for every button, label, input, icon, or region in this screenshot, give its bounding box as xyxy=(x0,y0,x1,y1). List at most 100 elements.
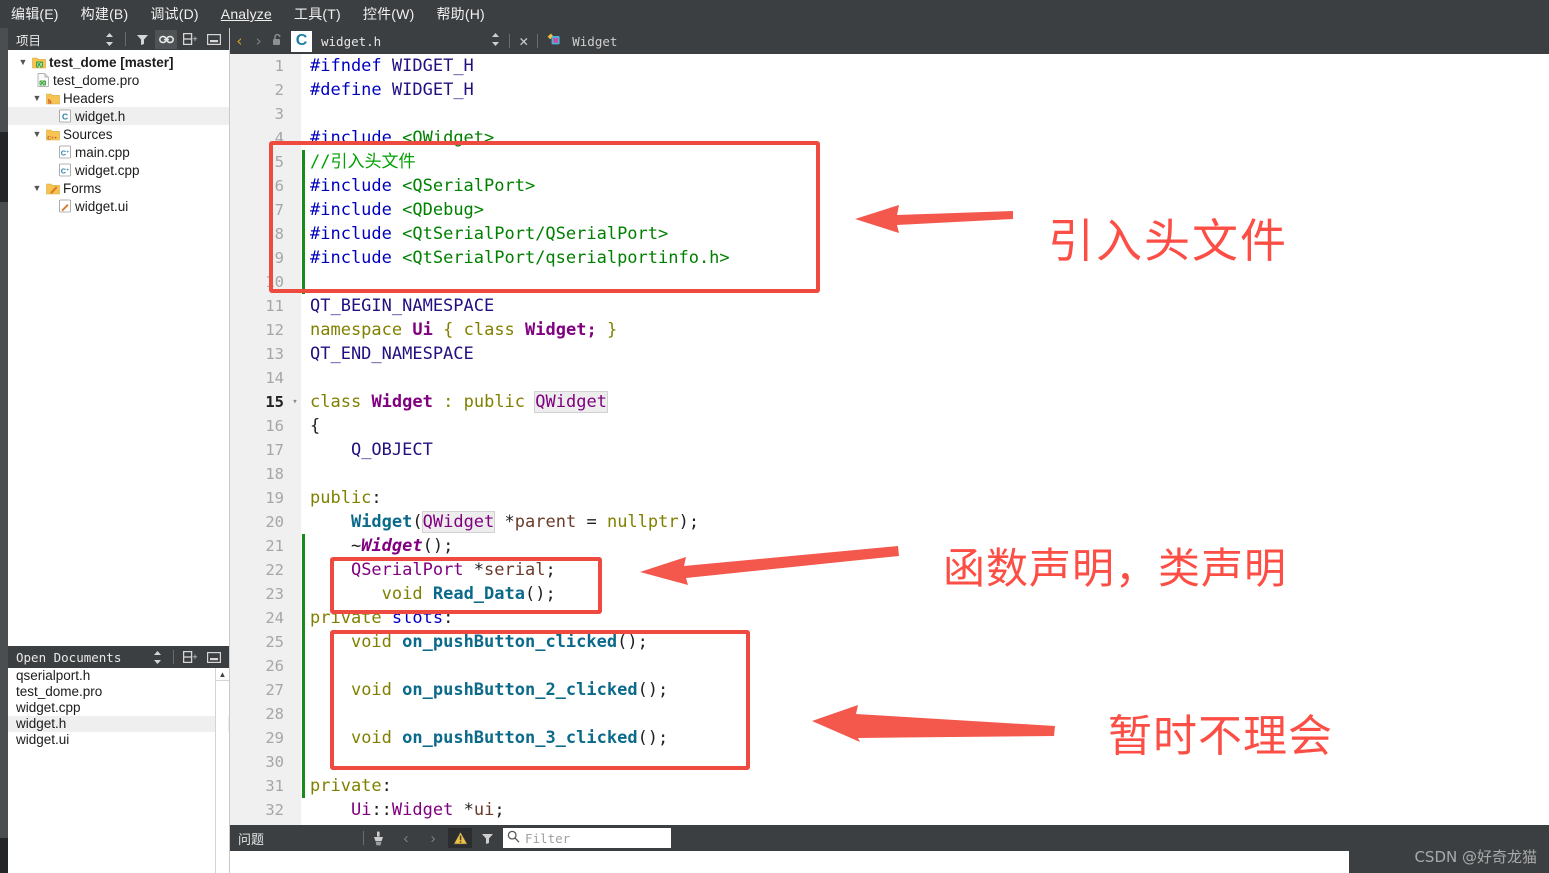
menu-help[interactable]: 帮助(H) xyxy=(425,4,495,24)
line-number: 3 xyxy=(274,105,284,123)
tree-item-sources[interactable]: ▼ C++ Sources xyxy=(8,125,229,143)
qt-project-icon: Qt xyxy=(30,55,47,69)
menu-debug[interactable]: 调试(D) xyxy=(139,4,209,24)
tree-item-test-dome-pro[interactable]: Qt test_dome.pro xyxy=(8,71,229,89)
left-arrow-icon xyxy=(855,205,1013,233)
filter-icon[interactable] xyxy=(475,828,499,848)
change-bar xyxy=(302,606,305,630)
editor-tab-controls: ✕ Widget xyxy=(491,32,617,50)
svg-text:+: + xyxy=(66,150,69,156)
chevron-right-icon[interactable]: › xyxy=(249,32,268,50)
annotation-label-slots: 暂时不理会 xyxy=(1108,711,1333,762)
tree-item-widget-h[interactable]: C widget.h xyxy=(8,107,229,125)
cpp-file-icon: C + xyxy=(56,145,73,159)
change-bar xyxy=(302,534,305,558)
line-number: 20 xyxy=(265,513,284,531)
filter-icon[interactable] xyxy=(131,30,153,49)
change-bar xyxy=(302,270,305,294)
line-number: 15 xyxy=(265,393,284,411)
clear-issues-icon[interactable] xyxy=(367,828,391,848)
chevron-left-icon[interactable]: ‹ xyxy=(230,32,249,50)
tree-item-label: test_dome [master] xyxy=(49,54,174,70)
fold-marker-icon[interactable]: ▾ xyxy=(290,390,300,414)
line-text: void on_pushButton_clicked(); xyxy=(350,632,648,652)
tree-item-headers[interactable]: ▼ h Headers xyxy=(8,89,229,107)
mode-strip-active-segment-2 xyxy=(0,838,8,873)
line-text: public: xyxy=(310,488,382,508)
prev-issue-icon[interactable]: ‹ xyxy=(394,828,418,848)
list-item[interactable]: widget.cpp xyxy=(8,700,229,716)
change-bar xyxy=(302,726,305,750)
expander-icon[interactable]: ▼ xyxy=(30,129,44,139)
mode-strip[interactable] xyxy=(0,28,8,873)
list-item[interactable]: qserialport.h xyxy=(8,668,229,684)
line-number: 24 xyxy=(265,609,284,627)
qt-pro-file-icon: Qt xyxy=(34,73,51,87)
sort-updown-icon[interactable] xyxy=(146,648,168,667)
split-add-icon[interactable]: + xyxy=(179,648,201,667)
line-number: 22 xyxy=(265,561,284,579)
minimize-icon[interactable] xyxy=(203,648,225,667)
change-bar xyxy=(302,174,305,198)
line-text: { xyxy=(310,416,321,436)
list-item[interactable]: widget.ui xyxy=(8,732,229,748)
toolbar-separator xyxy=(537,34,539,48)
line-number: 10 xyxy=(265,273,284,291)
issues-filter-input[interactable]: Filter xyxy=(503,828,671,848)
line-text: QT_BEGIN_NAMESPACE xyxy=(310,296,495,316)
tree-item-label: widget.cpp xyxy=(75,162,140,178)
menu-analyze[interactable]: Analyze xyxy=(210,6,283,22)
svg-text:+: + xyxy=(66,168,69,174)
project-panel-header: 项目 + xyxy=(8,28,229,50)
line-number: 27 xyxy=(265,681,284,699)
sort-updown-icon[interactable] xyxy=(98,30,120,49)
change-bar xyxy=(302,750,305,774)
open-documents-scrollbar[interactable]: ▲ xyxy=(215,668,229,873)
expander-icon[interactable]: ▼ xyxy=(30,183,44,193)
link-icon[interactable] xyxy=(155,29,177,49)
warning-icon[interactable] xyxy=(448,828,472,848)
split-add-icon[interactable]: + xyxy=(179,30,201,49)
open-documents-list: qserialport.h test_dome.pro widget.cpp w… xyxy=(8,668,229,748)
tree-item-widget-cpp[interactable]: C + widget.cpp xyxy=(8,161,229,179)
menu-edit[interactable]: 编辑(E) xyxy=(0,4,70,24)
line-text: Ui::Widget *ui; xyxy=(350,800,505,820)
tree-item-forms[interactable]: ▼ Forms xyxy=(8,179,229,197)
tree-item-label: Forms xyxy=(63,180,102,196)
expander-icon[interactable]: ▼ xyxy=(16,57,30,67)
list-item[interactable]: test_dome.pro xyxy=(8,684,229,700)
line-text: //引入头文件 xyxy=(310,152,416,172)
list-item[interactable]: widget.h xyxy=(8,716,229,732)
close-icon[interactable]: ✕ xyxy=(519,32,528,50)
line-text: Q_OBJECT xyxy=(350,440,433,460)
menu-build[interactable]: 构建(B) xyxy=(70,4,140,24)
tree-item-label: widget.ui xyxy=(75,198,129,214)
line-text: #include <QWidget> xyxy=(310,128,495,148)
line-text: private slots: xyxy=(310,608,454,628)
tree-item-widget-ui[interactable]: widget.ui xyxy=(8,197,229,215)
editor-file-tab[interactable]: C widget.h xyxy=(291,28,381,54)
tree-item-main-cpp[interactable]: C + main.cpp xyxy=(8,143,229,161)
toolbar-separator xyxy=(173,650,174,664)
minimize-icon[interactable] xyxy=(203,30,225,49)
menu-tools[interactable]: 工具(T) xyxy=(283,4,352,24)
menu-tools-label: 工具(T) xyxy=(294,6,341,22)
sort-updown-icon[interactable] xyxy=(491,33,500,49)
svg-text:+: + xyxy=(192,34,197,44)
line-number: 7 xyxy=(274,201,284,219)
line-text: private: xyxy=(310,776,392,796)
line-number: 13 xyxy=(265,345,284,363)
unlocked-icon[interactable] xyxy=(268,32,287,50)
tree-item-test-dome[interactable]: ▼ Qt test_dome [master] xyxy=(8,53,229,71)
scroll-up-icon[interactable]: ▲ xyxy=(216,668,229,681)
next-issue-icon[interactable]: › xyxy=(421,828,445,848)
editor-filename-label: widget.h xyxy=(321,33,382,49)
menu-widgets[interactable]: 控件(W) xyxy=(352,4,426,24)
line-text: #include <QtSerialPort/qserialportinfo.h… xyxy=(310,248,730,268)
line-number: 28 xyxy=(265,705,284,723)
menu-analyze-label: Analyze xyxy=(220,6,272,22)
expander-icon[interactable]: ▼ xyxy=(30,93,44,103)
svg-text:C++: C++ xyxy=(47,136,57,141)
open-documents-panel: Open Documents + qserialport.h test_dome… xyxy=(8,646,230,873)
cpp-file-icon: C + xyxy=(56,163,73,177)
